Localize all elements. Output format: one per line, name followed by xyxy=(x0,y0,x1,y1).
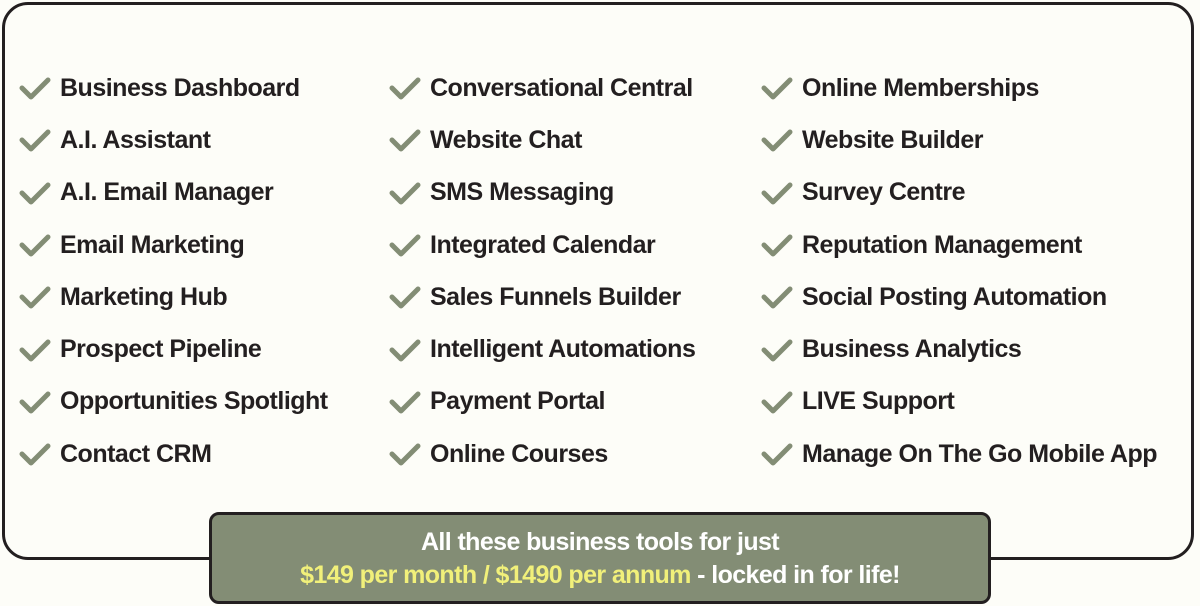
feature-item: Business Analytics xyxy=(760,323,1157,375)
feature-item: A.I. Assistant xyxy=(18,114,328,166)
checkmark-icon xyxy=(19,234,51,257)
checkmark-icon xyxy=(389,286,421,309)
feature-item: Intelligent Automations xyxy=(388,323,696,375)
feature-label: Online Courses xyxy=(430,439,608,468)
checkmark-icon xyxy=(389,391,421,414)
feature-item: Social Posting Automation xyxy=(760,271,1157,323)
feature-label: Business Analytics xyxy=(802,335,1022,364)
feature-label: Intelligent Automations xyxy=(430,335,696,364)
feature-label: Payment Portal xyxy=(430,387,606,416)
feature-label: Sales Funnels Builder xyxy=(430,282,681,311)
feature-item: Sales Funnels Builder xyxy=(388,271,695,323)
lifetime-text: - locked in for life! xyxy=(690,561,900,589)
checkmark-icon xyxy=(389,182,421,205)
feature-label: Conversational Central xyxy=(430,73,693,102)
checkmark-icon xyxy=(19,182,51,205)
feature-column-2: Conversational Central Website Chat SMS Me… xyxy=(388,62,696,480)
feature-item: Reputation Management xyxy=(760,219,1157,271)
feature-item: Website Builder xyxy=(760,114,1157,166)
checkmark-icon xyxy=(19,77,51,100)
feature-column-1: Business Dashboard A.I. Assistant A.I. Ema… xyxy=(18,62,328,480)
checkmark-icon xyxy=(389,77,421,100)
feature-item: A.I. Email Manager xyxy=(18,167,328,219)
feature-label: Survey Centre xyxy=(802,178,966,207)
feature-label: Opportunities Spotlight xyxy=(60,387,328,416)
feature-item: Email Marketing xyxy=(18,219,328,271)
checkmark-icon xyxy=(19,129,51,152)
feature-item: Manage On The Go Mobile App xyxy=(760,428,1158,480)
banner-headline: All these business tools for just xyxy=(420,528,780,556)
checkmark-icon xyxy=(761,77,793,100)
feature-label: Website Chat xyxy=(430,125,582,154)
feature-label: Reputation Management xyxy=(802,230,1082,259)
price-text: $149 per month / $1490 per annum xyxy=(300,561,691,589)
checkmark-icon xyxy=(761,286,793,309)
checkmark-icon xyxy=(761,391,793,414)
feature-item: Online Courses xyxy=(388,428,695,480)
checkmark-icon xyxy=(19,443,51,466)
checkmark-icon xyxy=(761,339,793,362)
feature-label: A.I. Assistant xyxy=(60,125,211,154)
feature-label: SMS Messaging xyxy=(430,178,614,207)
feature-label: Website Builder xyxy=(802,125,983,154)
checkmark-icon xyxy=(19,286,51,309)
feature-item: Payment Portal xyxy=(388,376,695,428)
feature-label: Contact CRM xyxy=(60,439,212,468)
feature-label: LIVE Support xyxy=(802,387,955,416)
checkmark-icon xyxy=(19,339,51,362)
feature-item: Survey Centre xyxy=(760,167,1157,219)
checkmark-icon xyxy=(389,234,421,257)
feature-item: Marketing Hub xyxy=(18,271,328,323)
feature-label: Integrated Calendar xyxy=(430,230,656,259)
feature-label: Email Marketing xyxy=(60,230,245,259)
feature-label: Marketing Hub xyxy=(60,282,228,311)
feature-label: A.I. Email Manager xyxy=(60,178,274,207)
feature-label: Prospect Pipeline xyxy=(60,335,262,364)
checkmark-icon xyxy=(761,129,793,152)
checkmark-icon xyxy=(389,443,421,466)
feature-item: Website Chat xyxy=(388,114,695,166)
feature-item: Online Memberships xyxy=(760,62,1157,114)
feature-item: SMS Messaging xyxy=(388,167,695,219)
checkmark-icon xyxy=(389,339,421,362)
feature-item: Business Dashboard xyxy=(18,62,328,114)
feature-label: Social Posting Automation xyxy=(802,282,1107,311)
checkmark-icon xyxy=(761,443,793,466)
feature-item: Prospect Pipeline xyxy=(18,323,328,375)
checkmark-icon xyxy=(761,182,793,205)
feature-label: Business Dashboard xyxy=(60,73,300,102)
feature-item: LIVE Support xyxy=(760,376,1157,428)
checkmark-icon xyxy=(389,129,421,152)
feature-item: Conversational Central xyxy=(388,62,695,114)
banner-price-line: $149 per month / $1490 per annum - locke… xyxy=(212,558,988,592)
feature-label: Online Memberships xyxy=(802,73,1039,102)
feature-item: Integrated Calendar xyxy=(388,219,695,271)
pricing-banner: All these business tools for just $149 p… xyxy=(209,512,991,604)
checkmark-icon xyxy=(761,234,793,257)
feature-label: Manage On The Go Mobile App xyxy=(802,439,1158,468)
feature-item: Contact CRM xyxy=(18,428,328,480)
feature-item: Opportunities Spotlight xyxy=(18,376,328,428)
feature-column-3: Online Memberships Website Builder Survey … xyxy=(760,62,1158,480)
checkmark-icon xyxy=(19,391,51,414)
